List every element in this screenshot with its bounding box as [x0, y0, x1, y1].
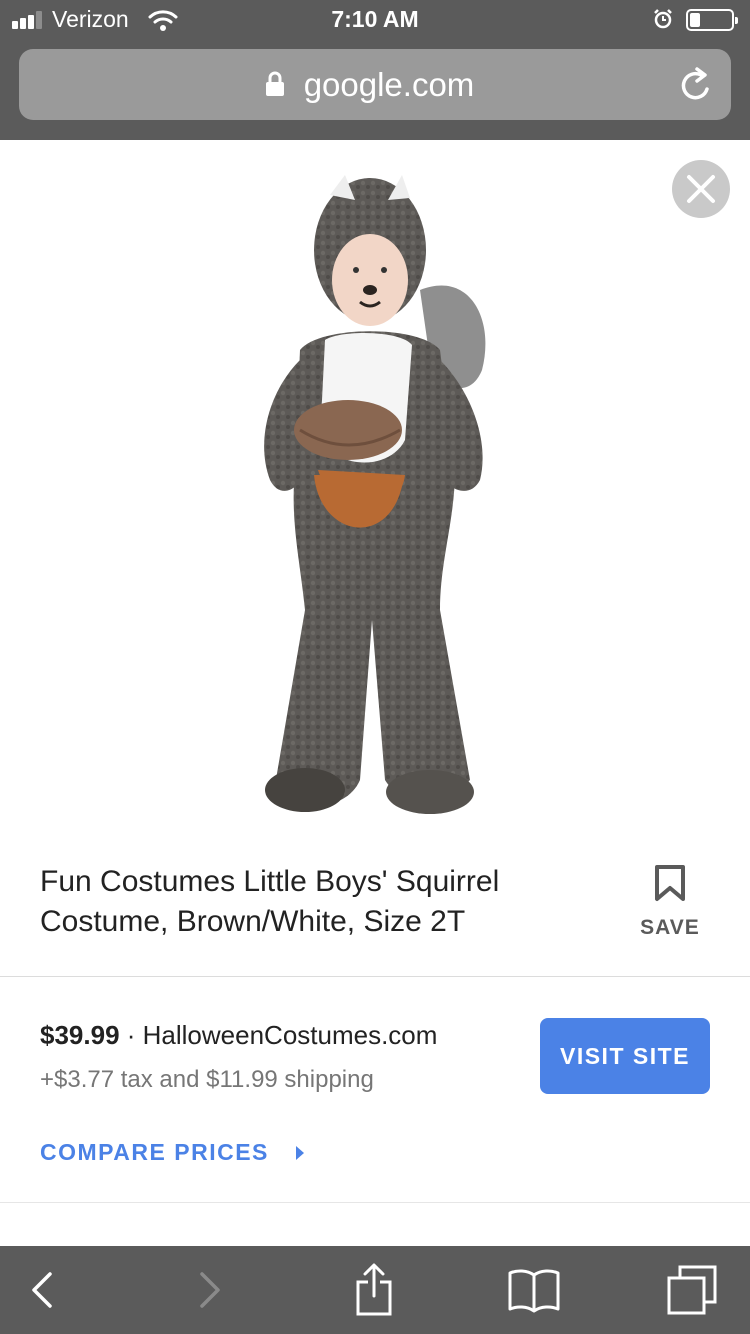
divider	[0, 976, 750, 977]
tax-shipping: +$3.77 tax and $11.99 shipping	[40, 1066, 374, 1093]
bookmarks-icon	[508, 1269, 560, 1313]
tabs-button[interactable]	[652, 1246, 732, 1334]
url-text[interactable]: google.com	[19, 66, 731, 104]
back-button[interactable]	[2, 1246, 82, 1334]
chevron-right-icon[interactable]	[296, 1146, 304, 1160]
product-image[interactable]	[0, 140, 750, 840]
bookmarks-button[interactable]	[494, 1246, 574, 1334]
forward-icon	[200, 1272, 220, 1308]
save-label: SAVE	[640, 916, 700, 939]
battery-icon	[686, 9, 738, 31]
browser-toolbar	[0, 1246, 750, 1334]
squirrel-costume-illustration	[264, 175, 486, 814]
save-button[interactable]: SAVE	[628, 862, 712, 942]
close-button[interactable]	[672, 160, 730, 218]
status-bar: Verizon 7:10 AM	[0, 0, 750, 40]
product-title: Fun Costumes Little Boys' Squirrel Costu…	[40, 865, 500, 938]
compare-prices-link[interactable]: COMPARE PRICES	[40, 1139, 269, 1166]
alarm-icon	[654, 9, 672, 29]
back-icon	[32, 1272, 52, 1308]
separator: ·	[119, 1020, 143, 1050]
offer-line: $39.99 · HalloweenCostumes.com	[40, 1020, 437, 1051]
tabs-icon	[667, 1265, 717, 1315]
share-icon	[356, 1263, 392, 1316]
price: $39.99	[40, 1020, 120, 1050]
close-icon	[687, 175, 715, 203]
visit-site-button[interactable]: VISIT SITE	[540, 1018, 710, 1094]
divider	[0, 1202, 750, 1203]
reload-icon[interactable]	[677, 65, 715, 105]
address-bar[interactable]: google.com	[19, 49, 731, 120]
share-button[interactable]	[334, 1246, 414, 1334]
clock: 7:10 AM	[331, 6, 419, 32]
forward-button[interactable]	[170, 1246, 250, 1334]
browser-chrome: Verizon 7:10 AM google.com	[0, 0, 750, 140]
merchant-name[interactable]: HalloweenCostumes.com	[143, 1020, 438, 1050]
bookmark-icon	[655, 865, 685, 901]
